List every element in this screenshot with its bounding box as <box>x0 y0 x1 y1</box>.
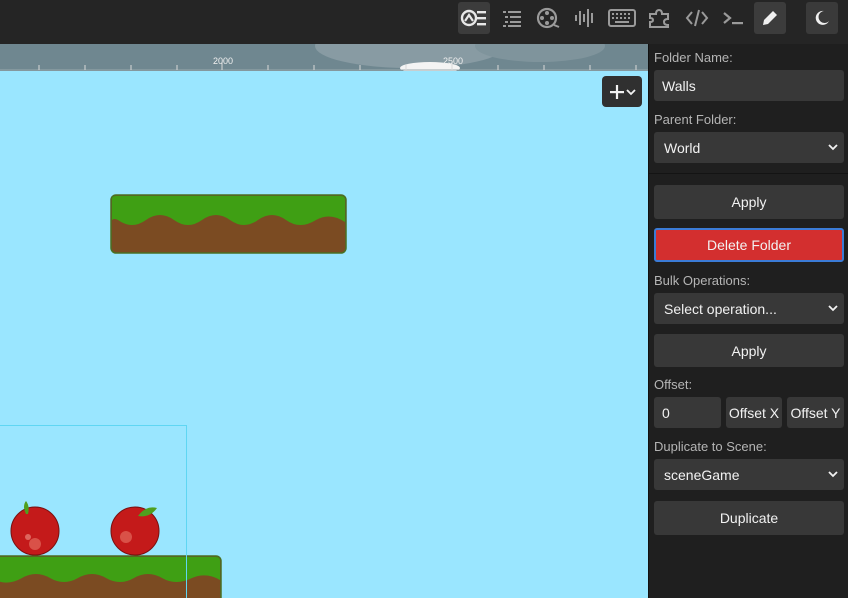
folder-name-input[interactable]: Walls <box>654 70 844 101</box>
delete-folder-button[interactable]: Delete Folder <box>654 228 844 262</box>
selection-box <box>0 425 187 598</box>
divider <box>649 173 848 174</box>
offset-label: Offset: <box>654 377 693 392</box>
scene-viewport[interactable]: 2000 2500 <box>0 44 648 598</box>
bulk-operations-label: Bulk Operations: <box>654 273 751 288</box>
list-icon[interactable] <box>496 2 528 34</box>
add-object-button[interactable] <box>602 76 642 107</box>
duplicate-scene-value: sceneGame <box>664 466 740 483</box>
bulk-operation-value: Select operation... <box>664 300 777 317</box>
scene-outline-icon[interactable] <box>458 2 490 34</box>
folder-properties-panel: Folder Name: Walls Parent Folder: World … <box>648 44 848 598</box>
duplicate-button[interactable]: Duplicate <box>654 501 844 535</box>
keyboard-icon[interactable] <box>606 2 638 34</box>
terminal-icon[interactable] <box>717 2 749 34</box>
parent-folder-label: Parent Folder: <box>654 112 737 127</box>
chevron-down-icon <box>828 144 838 151</box>
offset-input[interactable]: 0 <box>654 397 721 428</box>
bulk-operation-select[interactable]: Select operation... <box>654 293 844 324</box>
pencil-icon[interactable] <box>754 2 786 34</box>
duplicate-scene-select[interactable]: sceneGame <box>654 459 844 490</box>
moon-icon[interactable] <box>806 2 838 34</box>
grass-platform-floating <box>110 194 347 254</box>
horizontal-ruler: 2000 2500 <box>0 44 648 71</box>
audio-waveform-icon[interactable] <box>569 2 601 34</box>
ruler-label-2500: 2500 <box>443 56 464 66</box>
offset-x-button[interactable]: Offset X <box>726 397 782 428</box>
duplicate-to-scene-label: Duplicate to Scene: <box>654 439 767 454</box>
ruler-label-2000: 2000 <box>213 56 234 66</box>
offset-y-button[interactable]: Offset Y <box>787 397 844 428</box>
apply-button[interactable]: Apply <box>654 185 844 219</box>
plus-chevron-icon <box>610 84 636 99</box>
parent-folder-value: World <box>664 139 701 156</box>
ruler-ticks <box>0 44 648 71</box>
chevron-down-icon <box>828 305 838 312</box>
folder-name-label: Folder Name: <box>654 50 733 65</box>
chevron-down-icon <box>828 471 838 478</box>
top-toolbar <box>0 0 848 44</box>
puzzle-icon[interactable] <box>643 2 675 34</box>
parent-folder-select[interactable]: World <box>654 132 844 163</box>
film-reel-icon[interactable] <box>532 2 564 34</box>
bulk-apply-button[interactable]: Apply <box>654 334 844 367</box>
code-icon[interactable] <box>681 2 713 34</box>
